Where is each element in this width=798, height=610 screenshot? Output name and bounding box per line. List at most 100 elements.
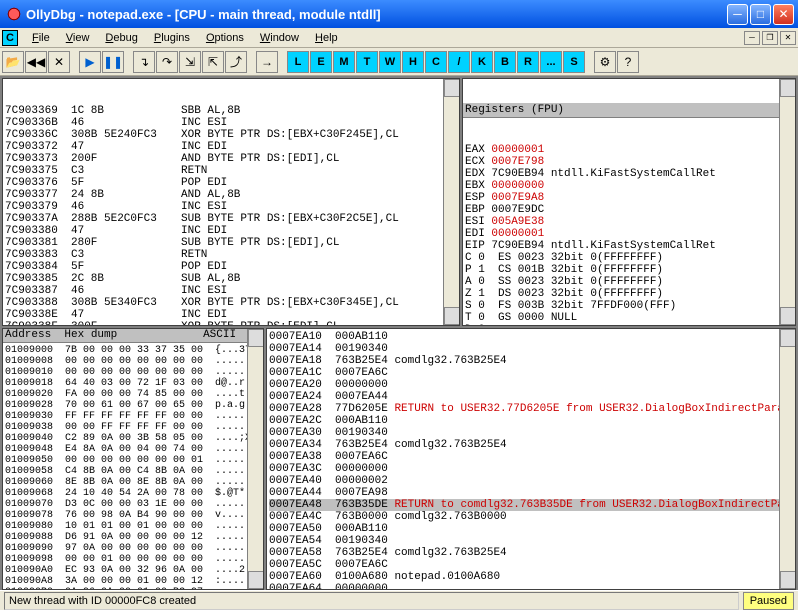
mdi-restore-button[interactable]: ❐ — [762, 31, 778, 45]
disasm-row[interactable]: 7C903388308B 5E340FC3XOR BYTE PTR DS:[EB… — [5, 297, 457, 309]
stack-row[interactable]: 0007EA3C 00000000 — [269, 463, 793, 475]
register-line[interactable]: Z 1 DS 0023 32bit 0(FFFFFFFF) — [465, 288, 793, 300]
stack-pane[interactable]: 0007EA10 000AB110 0007EA14 00190340 0007… — [266, 328, 796, 590]
dump-row[interactable]: 01009040 C2 89 0A 00 3B 58 05 00 ....;X.… — [5, 433, 261, 444]
dump-row[interactable]: 01009060 8E 8B 0A 00 8E 8B 0A 00 .......… — [5, 477, 261, 488]
help-button[interactable]: ? — [617, 51, 639, 73]
step-over-button[interactable]: ↷ — [156, 51, 178, 73]
view-L-button[interactable]: L — [287, 51, 309, 73]
disasm-row[interactable]: 7C90338E47INC EDI — [5, 309, 457, 321]
view-B-button[interactable]: B — [494, 51, 516, 73]
dump-row[interactable]: 01009020 FA 00 00 00 74 85 00 00 ....t..… — [5, 389, 261, 400]
dump-row[interactable]: 01009010 00 00 00 00 00 00 00 00 .......… — [5, 367, 261, 378]
dump-row[interactable]: 01009000 7B 00 00 00 33 37 35 00 {...375… — [5, 345, 261, 356]
stack-row[interactable]: 0007EA4C 763B0000 comdlg32.763B0000 — [269, 511, 793, 523]
register-line[interactable]: ESI 005A9E38 — [465, 216, 793, 228]
disasm-row[interactable]: 7C90337A288B 5E2C0FC3SUB BYTE PTR DS:[EB… — [5, 213, 457, 225]
disasm-row[interactable]: 7C90338F300FXOR BYTE PTR DS:[EDI],CL — [5, 321, 457, 326]
disasm-row[interactable]: 7C9033845FPOP EDI — [5, 261, 457, 273]
stack-row[interactable]: 0007EA1C 0007EA6C — [269, 367, 793, 379]
disasm-row[interactable]: 7C903381280FSUB BYTE PTR DS:[EDI],CL — [5, 237, 457, 249]
register-line[interactable]: D 0 — [465, 324, 793, 326]
menu-file[interactable]: File — [24, 30, 58, 46]
dump-row[interactable]: 01009048 E4 8A 0A 00 04 00 74 00 ......t… — [5, 444, 261, 455]
disasm-row[interactable]: 7C90336C308B 5E240FC3XOR BYTE PTR DS:[EB… — [5, 129, 457, 141]
maximize-button[interactable]: □ — [750, 4, 771, 25]
open-button[interactable]: 📂 — [2, 51, 24, 73]
dump-row[interactable]: 01009070 D3 0C 00 00 03 1E 00 00 .......… — [5, 499, 261, 510]
view-E-button[interactable]: E — [310, 51, 332, 73]
stack-row[interactable]: 0007EA64 00000000 — [269, 583, 793, 590]
close-button[interactable]: ✕ — [773, 4, 794, 25]
stack-row[interactable]: 0007EA10 000AB110 — [269, 331, 793, 343]
menu-plugins[interactable]: Plugins — [146, 30, 198, 46]
register-line[interactable]: EBP 0007E9DC — [465, 204, 793, 216]
view-T-button[interactable]: T — [356, 51, 378, 73]
view-R-button[interactable]: R — [517, 51, 539, 73]
register-line[interactable]: ECX 0007E798 — [465, 156, 793, 168]
disasm-row[interactable]: 7C903383C3RETN — [5, 249, 457, 261]
dump-row[interactable]: 01009058 C4 8B 0A 00 C4 8B 0A 00 .......… — [5, 466, 261, 477]
register-line[interactable]: S 0 FS 003B 32bit 7FFDF000(FFF) — [465, 300, 793, 312]
mdi-minimize-button[interactable]: ─ — [744, 31, 760, 45]
dump-row[interactable]: 01009028 70 00 61 00 67 00 65 00 p.a.g.e… — [5, 400, 261, 411]
view-W-button[interactable]: W — [379, 51, 401, 73]
stack-row[interactable]: 0007EA34 763B25E4 comdlg32.763B25E4 — [269, 439, 793, 451]
dump-row[interactable]: 01009038 00 00 FF FF FF FF 00 00 .......… — [5, 422, 261, 433]
stack-row[interactable]: 0007EA40 00000002 — [269, 475, 793, 487]
register-line[interactable]: ESP 0007E9A8 — [465, 192, 793, 204]
view-H-button[interactable]: H — [402, 51, 424, 73]
register-line[interactable]: A 0 SS 0023 32bit 0(FFFFFFFF) — [465, 276, 793, 288]
scrollbar[interactable] — [247, 329, 263, 589]
view-...-button[interactable]: ... — [540, 51, 562, 73]
dump-row[interactable]: 01009090 97 0A 00 00 00 00 00 00 .......… — [5, 543, 261, 554]
register-line[interactable]: EAX 00000001 — [465, 144, 793, 156]
disasm-row[interactable]: 7C90337247INC EDI — [5, 141, 457, 153]
stack-row[interactable]: 0007EA14 00190340 — [269, 343, 793, 355]
hex-dump-pane[interactable]: Address Hex dump ASCII 01009000 7B 00 00… — [2, 328, 264, 590]
settings-button[interactable]: ⚙ — [594, 51, 616, 73]
dump-row[interactable]: 01009018 64 40 03 00 72 1F 03 00 d@..r..… — [5, 378, 261, 389]
stack-row[interactable]: 0007EA48 763B35DE RETURN to comdlg32.763… — [269, 499, 793, 511]
register-line[interactable]: T 0 GS 0000 NULL — [465, 312, 793, 324]
disasm-row[interactable]: 7C90338047INC EDI — [5, 225, 457, 237]
menu-view[interactable]: View — [58, 30, 98, 46]
view-/-button[interactable]: / — [448, 51, 470, 73]
stack-row[interactable]: 0007EA44 0007EA98 — [269, 487, 793, 499]
register-line[interactable]: C 0 ES 0023 32bit 0(FFFFFFFF) — [465, 252, 793, 264]
register-line[interactable]: EDI 00000001 — [465, 228, 793, 240]
run-button[interactable]: ▶ — [79, 51, 101, 73]
scrollbar[interactable] — [443, 79, 459, 325]
dump-row[interactable]: 01009050 00 00 00 00 00 00 00 01 .......… — [5, 455, 261, 466]
trace-over-button[interactable]: ⇱ — [202, 51, 224, 73]
stack-row[interactable]: 0007EA5C 0007EA6C — [269, 559, 793, 571]
pause-button[interactable]: ❚❚ — [102, 51, 124, 73]
menu-debug[interactable]: Debug — [97, 30, 145, 46]
dump-row[interactable]: 01009068 24 10 40 54 2A 00 78 00 $.@T*.x… — [5, 488, 261, 499]
disasm-row[interactable]: 7C903375C3RETN — [5, 165, 457, 177]
mdi-close-button[interactable]: ✕ — [780, 31, 796, 45]
view-C-button[interactable]: C — [425, 51, 447, 73]
menu-window[interactable]: Window — [252, 30, 307, 46]
stack-row[interactable]: 0007EA50 000AB110 — [269, 523, 793, 535]
dump-row[interactable]: 01009088 D6 91 0A 00 00 00 00 12 .......… — [5, 532, 261, 543]
view-K-button[interactable]: K — [471, 51, 493, 73]
disasm-row[interactable]: 7C9033765FPOP EDI — [5, 177, 457, 189]
register-line[interactable]: P 1 CS 001B 32bit 0(FFFFFFFF) — [465, 264, 793, 276]
stack-row[interactable]: 0007EA58 763B25E4 comdlg32.763B25E4 — [269, 547, 793, 559]
scrollbar[interactable] — [779, 79, 795, 325]
dump-row[interactable]: 01009078 76 00 98 0A B4 90 00 00 v......… — [5, 510, 261, 521]
dump-row[interactable]: 010090A8 3A 00 00 00 01 00 00 12 :......… — [5, 576, 261, 587]
restart-button[interactable]: ◀◀ — [25, 51, 47, 73]
register-line[interactable]: EIP 7C90EB94 ntdll.KiFastSystemCallRet — [465, 240, 793, 252]
trace-into-button[interactable]: ⇲ — [179, 51, 201, 73]
dump-row[interactable]: 01009080 10 01 01 00 01 00 00 00 .......… — [5, 521, 261, 532]
stack-row[interactable]: 0007EA60 0100A680 notepad.0100A680 — [269, 571, 793, 583]
dump-row[interactable]: 01009030 FF FF FF FF FF FF 00 00 .......… — [5, 411, 261, 422]
menu-options[interactable]: Options — [198, 30, 252, 46]
disasm-row[interactable]: 7C90336B46INC ESI — [5, 117, 457, 129]
close-button-tb[interactable]: ✕ — [48, 51, 70, 73]
cpu-icon[interactable]: C — [2, 30, 18, 46]
stack-row[interactable]: 0007EA38 0007EA6C — [269, 451, 793, 463]
stack-row[interactable]: 0007EA24 0007EA44 — [269, 391, 793, 403]
